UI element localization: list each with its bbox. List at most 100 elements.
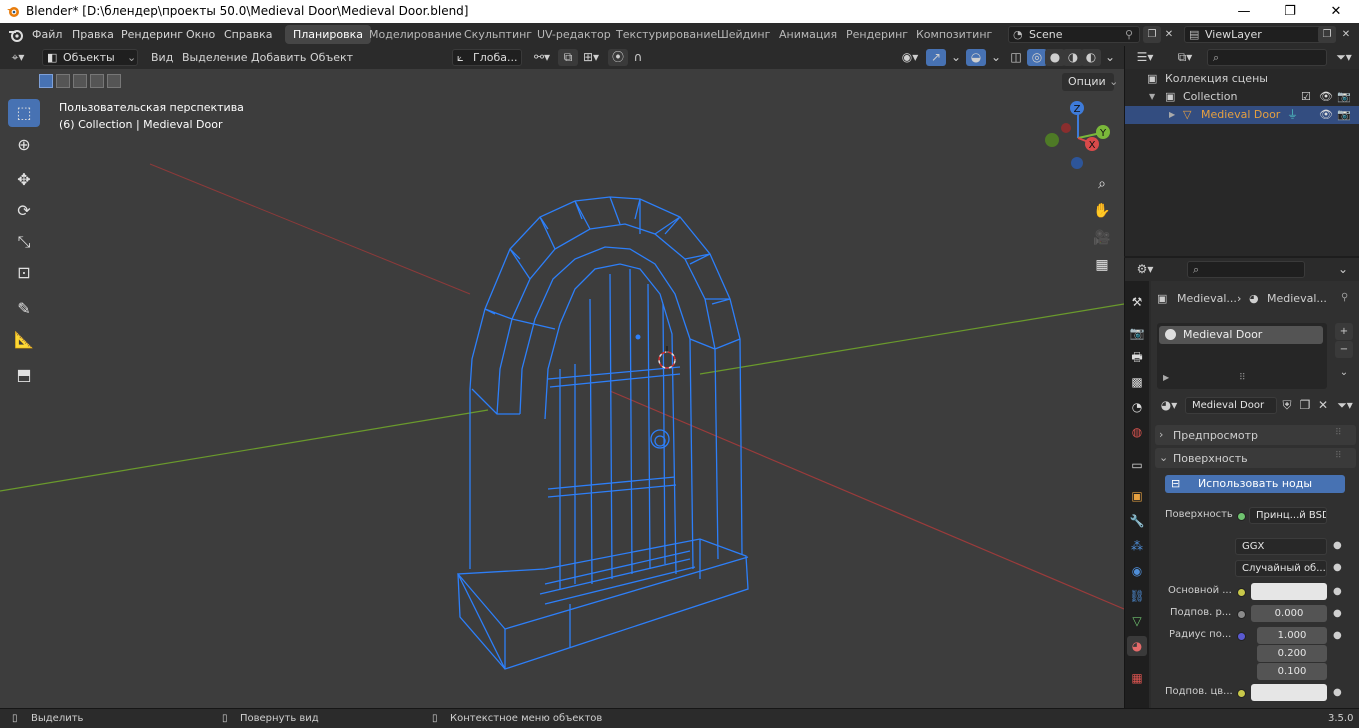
world-tab-icon[interactable]: ◍ (1127, 422, 1147, 442)
annotate-tool-icon[interactable]: ✎ (8, 295, 40, 323)
gizmo-dropdown-icon[interactable]: ⌄ (946, 49, 966, 66)
color-socket-icon[interactable] (1237, 689, 1246, 698)
properties-editor-type-icon[interactable]: ⚙▾ (1131, 261, 1159, 278)
camera-view-icon[interactable]: 🎥 (1090, 226, 1114, 250)
shading-material-icon[interactable]: ◑ (1063, 49, 1083, 66)
mode-dropdown[interactable]: ◧ Объекты ⌄ (42, 49, 138, 66)
gizmo-toggle-icon[interactable]: ↗ (926, 49, 946, 66)
vector-socket-icon[interactable] (1237, 632, 1246, 641)
drag-handle-icon[interactable]: ⠿ (1335, 428, 1342, 438)
eye-icon[interactable]: 👁 (1319, 88, 1333, 106)
object-tab-icon[interactable]: ▣ (1127, 486, 1147, 506)
maximize-button[interactable]: ❐ (1267, 0, 1313, 23)
menu-help[interactable]: Справка (224, 28, 272, 41)
tab-layout[interactable]: Планировка (285, 25, 371, 44)
remove-slot-button[interactable]: − (1335, 341, 1353, 358)
material-slot-list[interactable]: Medieval Door ▶ ⠿ (1157, 323, 1327, 389)
subsurface-method-dropdown[interactable]: Случайный об... (1235, 560, 1327, 577)
base-color-swatch[interactable] (1251, 583, 1327, 600)
shading-rendered-icon[interactable]: ◐ (1081, 49, 1101, 66)
resize-handle-icon[interactable]: ⠿ (1239, 373, 1246, 383)
select-mode-new-icon[interactable] (39, 74, 53, 88)
select-mode-extend-icon[interactable] (56, 74, 70, 88)
tab-animation[interactable]: Анимация (771, 25, 845, 44)
3d-viewport[interactable]: Z Y X Пользовательская перспектива (6) C… (0, 69, 1124, 708)
duplicate-material-icon[interactable]: ❐ (1296, 397, 1314, 414)
tab-texture-paint[interactable]: Текстурирование (608, 25, 725, 44)
subsurface-field[interactable]: 0.000 (1251, 605, 1327, 622)
material-name-field[interactable]: Medieval Door (1185, 397, 1277, 414)
surface-section-header[interactable]: ⌄ Поверхность ⠿ (1155, 448, 1356, 468)
select-mode-subtract-icon[interactable] (73, 74, 87, 88)
render-tab-icon[interactable]: 📷 (1127, 323, 1147, 343)
modifier-tab-icon[interactable]: 🔧 (1127, 511, 1147, 531)
distribution-dropdown[interactable]: GGX (1235, 538, 1327, 555)
properties-options-icon[interactable]: ⌄ (1333, 261, 1353, 278)
expand-arrow-icon[interactable]: ▶ (1163, 373, 1169, 382)
proportional-editing-icon[interactable]: ⦿ (608, 49, 628, 66)
blender-menu-icon[interactable] (8, 27, 24, 42)
data-tab-icon[interactable]: ▽ (1127, 611, 1147, 631)
tab-compositing[interactable]: Композитинг (908, 25, 1000, 44)
constraints-tab-icon[interactable]: ⛓ (1127, 586, 1147, 606)
medieval-door-wireframe[interactable] (456, 196, 749, 670)
delete-scene-icon[interactable]: ✕ (1160, 26, 1178, 43)
editor-type-icon[interactable]: ⌖▾ (8, 49, 28, 66)
radius-z-field[interactable]: 0.100 (1257, 663, 1327, 680)
scale-tool-icon[interactable]: ⤡ (8, 228, 40, 256)
use-nodes-button[interactable]: ⊟ Использовать ноды (1165, 475, 1345, 493)
falloff-icon[interactable]: ∩ (628, 49, 648, 66)
shader-socket-icon[interactable] (1237, 512, 1246, 521)
properties-search-input[interactable]: ⌕ (1187, 261, 1305, 278)
unlink-material-icon[interactable]: ✕ (1314, 397, 1332, 414)
tab-rendering[interactable]: Рендеринг (838, 25, 916, 44)
menu-edit[interactable]: Правка (72, 28, 114, 41)
socket-dot-icon[interactable]: ● (1333, 630, 1342, 641)
add-cube-tool-icon[interactable]: ⬒ (8, 361, 40, 389)
outliner-search-input[interactable]: ⌕ (1207, 49, 1327, 66)
material-tab-icon[interactable]: ◕ (1127, 636, 1147, 656)
pivot-point-icon[interactable]: ⚯▾ (528, 49, 556, 66)
fake-user-icon[interactable]: ⛨ (1278, 397, 1296, 414)
visibility-icon[interactable]: ◉▾ (896, 49, 924, 66)
outliner-row-collection[interactable]: ▼ ▣ Collection ☑ 👁 📷 (1125, 88, 1359, 106)
cursor-tool-icon[interactable]: ⊕ (8, 131, 40, 159)
pin-icon[interactable]: ⚲ (1341, 292, 1348, 303)
close-button[interactable]: ✕ (1313, 0, 1359, 23)
select-mode-invert-icon[interactable] (90, 74, 104, 88)
select-box-tool-icon[interactable]: ⬚ (8, 99, 40, 127)
mesh-data-icon[interactable]: ⏚ (1287, 106, 1298, 124)
shading-solid-icon[interactable]: ● (1045, 49, 1065, 66)
browse-material-icon[interactable]: ◕▾ (1155, 397, 1183, 414)
outliner-row-medieval-door[interactable]: ▶ ▽ Medieval Door ⏚ 👁 📷 (1125, 106, 1359, 124)
link-type-icon[interactable]: ⏷▾ (1331, 397, 1359, 414)
slot-specials-icon[interactable]: ⌄ (1335, 364, 1353, 381)
snap-target-icon[interactable]: ⊞▾ (578, 49, 604, 66)
pan-hand-icon[interactable]: ✋ (1090, 199, 1114, 223)
ortho-grid-icon[interactable]: ▦ (1090, 253, 1114, 277)
scene-tab-icon[interactable]: ◔ (1127, 397, 1147, 417)
camera-render-icon[interactable]: 📷 (1337, 106, 1351, 124)
delete-viewlayer-icon[interactable]: ✕ (1337, 26, 1355, 43)
subsurface-color-swatch[interactable] (1251, 684, 1327, 701)
tab-modeling[interactable]: Моделирование (361, 25, 470, 44)
physics-tab-icon[interactable]: ◉ (1127, 561, 1147, 581)
view-layer-tab-icon[interactable]: ▩ (1127, 372, 1147, 392)
transform-tool-icon[interactable]: ⊡ (8, 259, 40, 287)
snap-toggle-icon[interactable]: ⧉ (558, 49, 578, 66)
zoom-icon[interactable]: ⌕ (1090, 172, 1114, 196)
new-viewlayer-icon[interactable]: ❐ (1318, 26, 1336, 43)
preview-section-header[interactable]: › Предпросмотр ⠿ (1155, 425, 1356, 445)
xray-toggle-icon[interactable]: ◫ (1006, 49, 1026, 66)
material-slot-item[interactable]: Medieval Door (1159, 326, 1323, 344)
radius-y-field[interactable]: 0.200 (1257, 645, 1327, 662)
viewlayer-selector[interactable]: ▤ ViewLayer (1184, 26, 1336, 43)
tool-tab-icon[interactable]: ⚒ (1127, 292, 1147, 312)
drag-handle-icon[interactable]: ⠿ (1335, 451, 1342, 461)
menu-render[interactable]: Рендеринг (121, 28, 183, 41)
menu-window[interactable]: Окно (186, 28, 215, 41)
viewport-scene[interactable]: Z Y X (0, 69, 1124, 708)
socket-dot-icon[interactable]: ● (1333, 586, 1342, 597)
float-socket-icon[interactable] (1237, 610, 1246, 619)
overlays-dropdown-icon[interactable]: ⌄ (986, 49, 1006, 66)
